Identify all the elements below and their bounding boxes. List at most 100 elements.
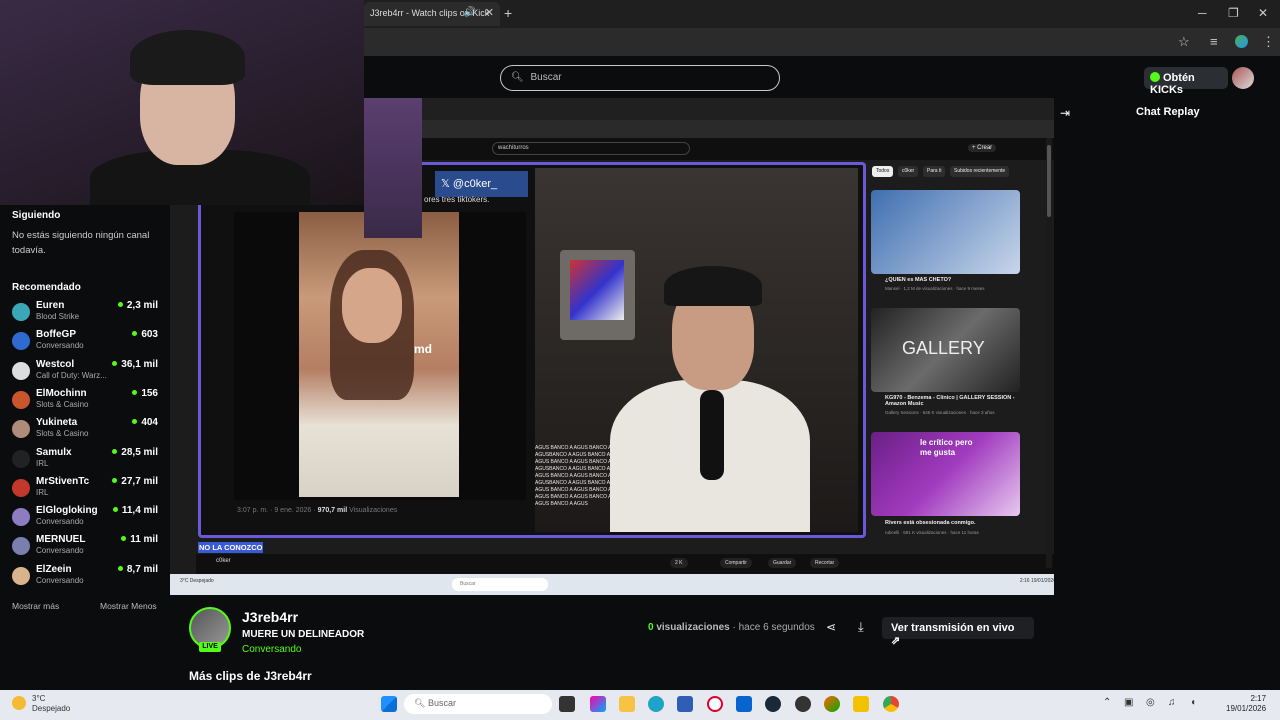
channel-avatar	[12, 361, 30, 380]
channel-viewers: 404	[132, 417, 158, 428]
minimize-button[interactable]: ─	[1198, 6, 1207, 20]
channel-category: IRL	[36, 487, 49, 497]
yt-like: 2 K	[670, 558, 688, 568]
volume-icon[interactable]: ◖	[1190, 697, 1196, 708]
sidebar-channel[interactable]: MERNUEL Conversando 11 mil	[12, 534, 162, 562]
tray-app-icon[interactable]: ▣	[1124, 697, 1133, 708]
store-icon[interactable]	[677, 696, 693, 712]
gallery-thumb-text: GALLERY	[902, 338, 985, 358]
tray-chevron-icon[interactable]: ⌃	[1103, 697, 1111, 708]
collapse-chat-icon[interactable]: ⇥	[1060, 106, 1070, 120]
captured-clock: 2:16 19/01/2026	[1019, 578, 1056, 584]
taskbar-clock[interactable]: 2:17 19/01/2026	[1226, 694, 1266, 714]
sidebar-channel[interactable]: Euren Blood Strike 2,3 mil	[12, 300, 162, 328]
browser-tab[interactable]: J3reb4rr - Watch clips on Kick 🔊 ✕	[364, 2, 500, 26]
clip-caption: NO LA CONOZCO	[198, 542, 264, 553]
show-more-link[interactable]: Mostrar más	[12, 601, 59, 611]
search-placeholder: Buscar	[530, 72, 562, 83]
channel-viewers: 8,7 mil	[118, 564, 158, 575]
tab-close-icon[interactable]: ✕	[485, 6, 494, 19]
opera-icon[interactable]	[707, 696, 723, 712]
tray-network-icon[interactable]: ◎	[1146, 697, 1155, 708]
channel-avatar	[12, 303, 30, 321]
weather-widget[interactable]: 3°C Despejado	[12, 694, 70, 714]
channel-name: ElMochinn	[36, 387, 87, 399]
start-icon[interactable]	[381, 696, 397, 712]
sidebar-channel[interactable]: MrStivenTc IRL 27,7 mil	[12, 476, 162, 504]
menu-kebab-icon[interactable]: ⋮	[1262, 34, 1275, 50]
get-kicks-button[interactable]: Obtén KICKs	[1144, 67, 1228, 96]
webcam-hair	[130, 30, 245, 85]
channel-name: ElGlogloking	[36, 505, 98, 517]
yt-save: Guardar	[768, 558, 797, 568]
yt-share: Compartir	[720, 558, 752, 568]
user-avatar[interactable]	[1232, 67, 1254, 89]
taskbar-search[interactable]: 🔍︎ Buscar	[404, 694, 552, 714]
sidebar-channel[interactable]: ElMochinn Slots & Casino 156	[12, 388, 162, 416]
profile-icon[interactable]	[1235, 35, 1248, 48]
copilot-icon[interactable]	[590, 696, 606, 712]
restore-button[interactable]: ❐	[1228, 6, 1239, 20]
channel-avatar	[12, 508, 30, 527]
speaker-icon[interactable]: 🔊	[464, 7, 476, 18]
sidebar-channel[interactable]: ElGlogloking Conversando 11,4 mil	[12, 505, 162, 533]
chat-replay-title: Chat Replay	[1136, 106, 1200, 118]
more-clips-heading: Más clips de J3reb4rr	[189, 669, 312, 683]
tweet-text: ores tres tiktokers.	[424, 195, 490, 204]
yt-pill-recent: Subidos recientemente	[950, 166, 1010, 177]
clip-category[interactable]: Conversando	[242, 644, 301, 655]
channel-name: Samulx	[36, 446, 72, 458]
new-tab-button[interactable]: +	[504, 5, 512, 21]
channel-category: Call of Duty: Warz...	[36, 370, 107, 380]
sidebar-channel[interactable]: Samulx IRL 28,5 mil	[12, 447, 162, 475]
recommended-title: Recomendado	[12, 282, 81, 293]
outlook-icon[interactable]	[736, 696, 752, 712]
edge-icon[interactable]	[648, 696, 664, 712]
share-icon[interactable]: ⋖	[826, 620, 836, 634]
obs-icon[interactable]	[795, 696, 811, 712]
streamer-name[interactable]: J3reb4rr	[242, 609, 298, 625]
x-handle: @c0ker_	[452, 178, 498, 190]
webcam-overlay-edge	[364, 98, 422, 238]
star-icon[interactable]: ☆	[1178, 34, 1190, 50]
show-less-link[interactable]: Mostrar Menos	[100, 601, 157, 611]
channel-name: MrStivenTc	[36, 475, 90, 487]
channel-avatar	[12, 478, 30, 497]
search-input[interactable]: 🔍︎ Buscar	[500, 65, 780, 91]
tweet-meta: 3:07 p. m. · 9 ene. 2026 · 970,7 mil Vis…	[237, 507, 397, 514]
captured-yt-create: + Crear	[968, 144, 997, 152]
x-logo-icon: 𝕏	[441, 178, 453, 190]
channel-avatar	[12, 332, 30, 351]
yt-pill-parati: Para ti	[923, 166, 946, 177]
search-icon: 🔍︎	[414, 698, 428, 708]
mic-icon[interactable]: ♫	[1168, 697, 1176, 708]
app-icon[interactable]	[824, 696, 840, 712]
sidebar-channel[interactable]: BoffeGP Conversando 603	[12, 329, 162, 357]
channel-category: IRL	[36, 458, 49, 468]
channel-avatar	[12, 390, 30, 409]
weather-temp: 3°C	[32, 694, 46, 703]
media-icon[interactable]: ≡	[1210, 34, 1218, 49]
sidebar-channel[interactable]: Westcol Call of Duty: Warz... 36,1 mil	[12, 359, 162, 387]
task-view-icon[interactable]	[559, 696, 575, 712]
app-icon[interactable]	[853, 696, 869, 712]
captured-yt-search: wachiturros	[492, 142, 690, 155]
weather-desc: Despejado	[32, 704, 71, 713]
sidebar-channel[interactable]: Yukineta Slots & Casino 404	[12, 417, 162, 445]
steam-icon[interactable]	[765, 696, 781, 712]
chrome-icon[interactable]	[883, 696, 899, 712]
channel-name: BoffeGP	[36, 329, 76, 341]
sidebar-channel[interactable]: ElZeein Conversando 8,7 mil	[12, 564, 162, 592]
watch-live-button[interactable]: Ver transmisión en vivo ⇗	[882, 617, 1034, 647]
sidebar: Siguiendo No estás siguiendo ningún cana…	[0, 205, 170, 615]
channel-viewers: 11 mil	[121, 534, 158, 545]
file-explorer-icon[interactable]	[619, 696, 635, 712]
tweet-views-label: Visualizaciones	[349, 507, 398, 514]
channel-viewers: 27,7 mil	[112, 476, 158, 487]
scrollbar-thumb[interactable]	[1047, 145, 1051, 217]
close-window-button[interactable]: ✕	[1258, 6, 1268, 20]
download-icon[interactable]: ⤓	[858, 619, 864, 635]
channel-category: Slots & Casino	[36, 429, 89, 439]
channel-category: Blood Strike	[36, 312, 80, 321]
views-count: 0	[648, 622, 654, 633]
